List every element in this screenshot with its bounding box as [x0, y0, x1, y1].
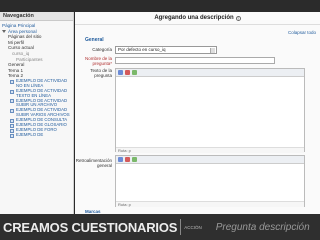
- category-label: Categoría: [92, 47, 112, 52]
- question-form-panel: Agregando una descripción ? Colapsar tod…: [75, 12, 320, 214]
- insert-link-icon[interactable]: [132, 157, 137, 162]
- expand-triangle-icon: [2, 30, 6, 34]
- section-general-heading[interactable]: General: [85, 37, 104, 43]
- nav-activity-truncated[interactable]: EJEMPLO DE: [2, 131, 71, 138]
- question-text-label: Texto de la pregunta: [90, 68, 112, 78]
- assignment-icon: [10, 79, 14, 84]
- navigation-header: Navegación: [0, 12, 73, 21]
- dropdown-arrow-icon: [210, 48, 215, 53]
- category-select[interactable]: Por defecto en curso_iq: [115, 46, 217, 54]
- banner-tag: ACCIÓN: [184, 224, 202, 230]
- editor-content-area[interactable]: [116, 77, 304, 147]
- general-feedback-editor[interactable]: Ruta: p: [115, 155, 305, 207]
- top-strip: [0, 0, 320, 12]
- navigation-list: Página Principal Área personal Páginas d…: [0, 21, 73, 138]
- question-name-label: Nombre de la pregunta*: [84, 56, 112, 66]
- navigation-title: Navegación: [3, 13, 34, 19]
- page-title: Agregando una descripción: [154, 15, 234, 21]
- assignment-icon: [10, 99, 14, 104]
- insert-link-icon[interactable]: [132, 70, 137, 75]
- activity-icon: [10, 133, 14, 138]
- page-title-bar: Agregando una descripción ?: [75, 12, 320, 25]
- bottom-banner: CREAMOS CUESTIONARIOS ACCIÓN Pregunta de…: [0, 214, 320, 240]
- insert-media-icon[interactable]: [125, 70, 130, 75]
- screenshot-stage: Navegación Página Principal Área persona…: [0, 0, 320, 240]
- assignment-icon: [10, 109, 14, 114]
- banner-divider: [180, 219, 182, 235]
- collapse-all-link[interactable]: Colapsar todo: [288, 30, 316, 35]
- question-text-editor[interactable]: Ruta: p: [115, 68, 305, 153]
- question-name-input[interactable]: [115, 57, 275, 64]
- navigation-block: Navegación Página Principal Área persona…: [0, 12, 74, 214]
- help-icon[interactable]: ?: [235, 15, 241, 21]
- nav-activity-label: EJEMPLO DE: [16, 131, 44, 137]
- glossary-icon: [10, 123, 14, 128]
- banner-caption: Pregunta descripción: [215, 221, 310, 233]
- editor-toolbar: [116, 69, 304, 77]
- general-feedback-label: Retroalimentación general: [75, 158, 112, 168]
- assignment-icon: [10, 89, 14, 94]
- insert-media-icon[interactable]: [125, 157, 130, 162]
- insert-image-icon[interactable]: [118, 70, 123, 75]
- editor-path-status: Ruta: p: [116, 147, 304, 153]
- forum-icon: [10, 128, 14, 133]
- editor-toolbar: [116, 156, 304, 164]
- category-select-value: Por defecto en curso_iq: [118, 47, 166, 52]
- editor-content-area[interactable]: [116, 164, 304, 201]
- insert-image-icon[interactable]: [118, 157, 123, 162]
- choice-icon: [10, 118, 14, 123]
- banner-brand-title: CREAMOS CUESTIONARIOS: [3, 219, 178, 235]
- editor-path-status: Ruta: p: [116, 201, 304, 207]
